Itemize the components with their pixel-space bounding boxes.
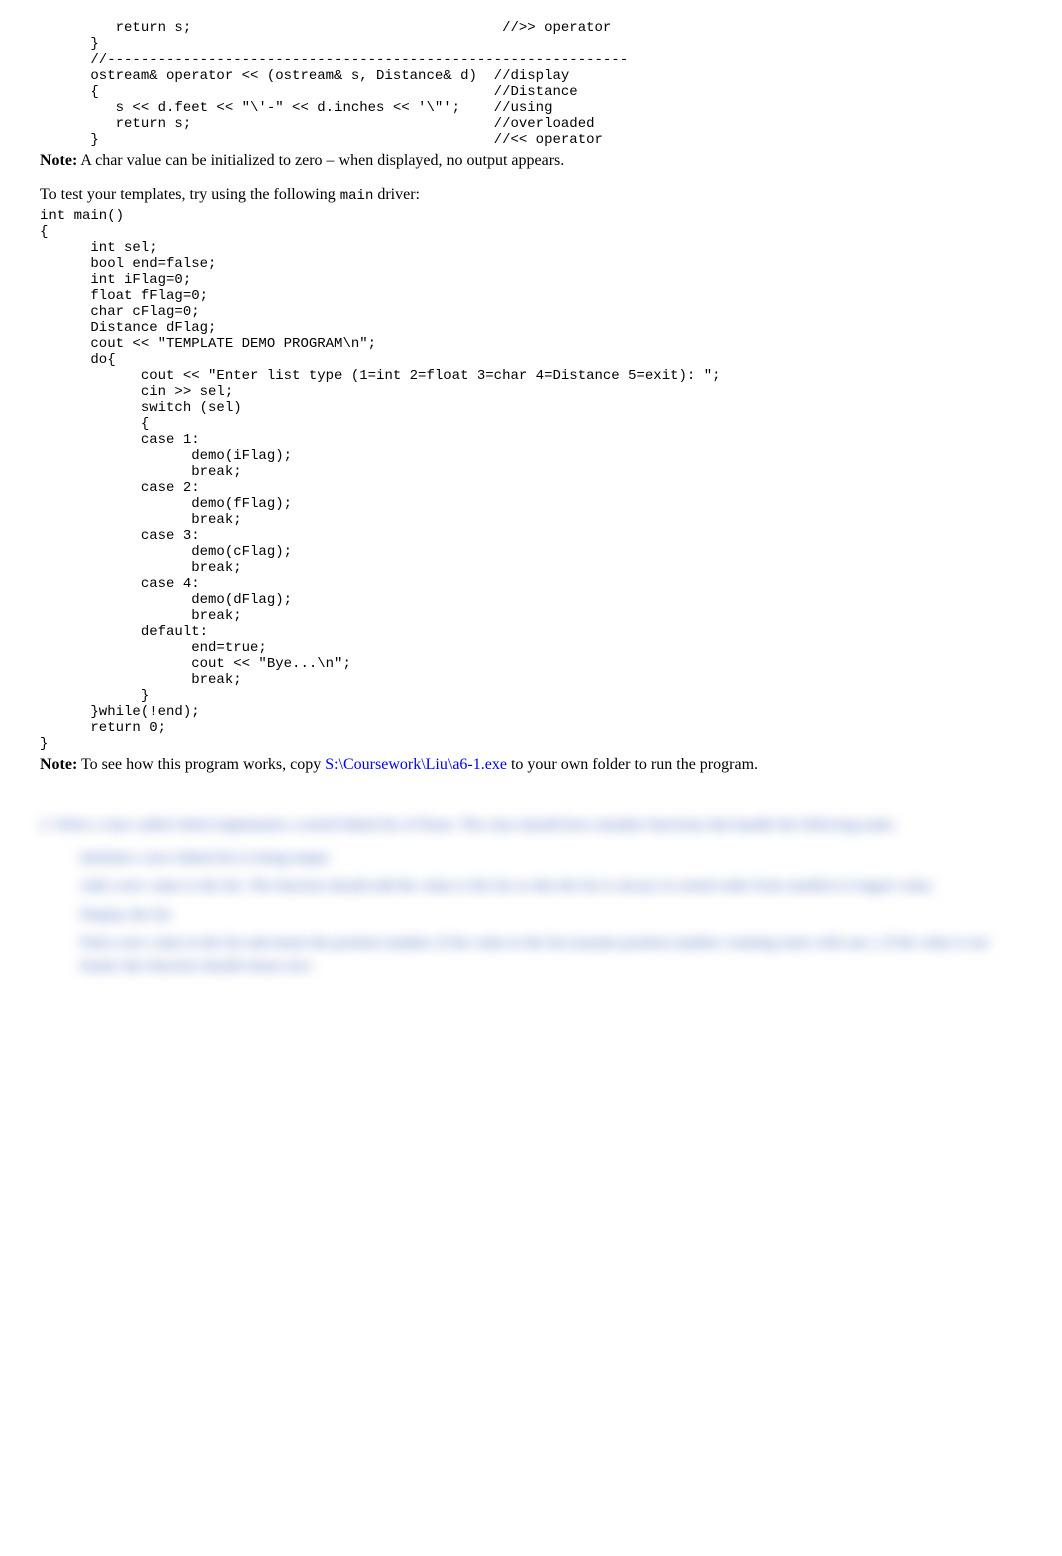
blurred-bullet-2: Add a new value to the list. The functio… <box>80 875 1022 898</box>
note-1: Note: A char value can be initialized to… <box>40 152 1022 170</box>
intro-b: driver: <box>373 186 420 203</box>
note-2-body-b: to your own folder to run the program. <box>507 756 758 773</box>
blurred-preview: 2. Write a class called which implements… <box>40 814 1022 977</box>
note-2-prefix: Note: <box>40 756 77 773</box>
intro-line: To test your templates, try using the fo… <box>40 186 1022 204</box>
note-1-body: A char value can be initialized to zero … <box>77 152 564 169</box>
note-2-body-a: To see how this program works, copy <box>77 756 325 773</box>
intro-a: To test your templates, try using the fo… <box>40 186 340 203</box>
blurred-bullet-3: Display the list <box>80 904 1022 927</box>
intro-code: main <box>340 188 374 204</box>
note-1-prefix: Note: <box>40 152 77 169</box>
code-block-main: int main() { int sel; bool end=false; in… <box>40 208 1022 752</box>
blurred-bullet-4: Find a new value in the list and return … <box>80 932 1022 977</box>
blurred-para: 2. Write a class called which implements… <box>40 814 1022 837</box>
blurred-bullet-1: Initialize a new linked list to being em… <box>80 847 1022 870</box>
file-link[interactable]: S:\Coursework\Liu\a6-1.exe <box>325 756 507 773</box>
code-block-top: return s; //>> operator } //------------… <box>40 20 1022 148</box>
note-2: Note: To see how this program works, cop… <box>40 756 1022 774</box>
